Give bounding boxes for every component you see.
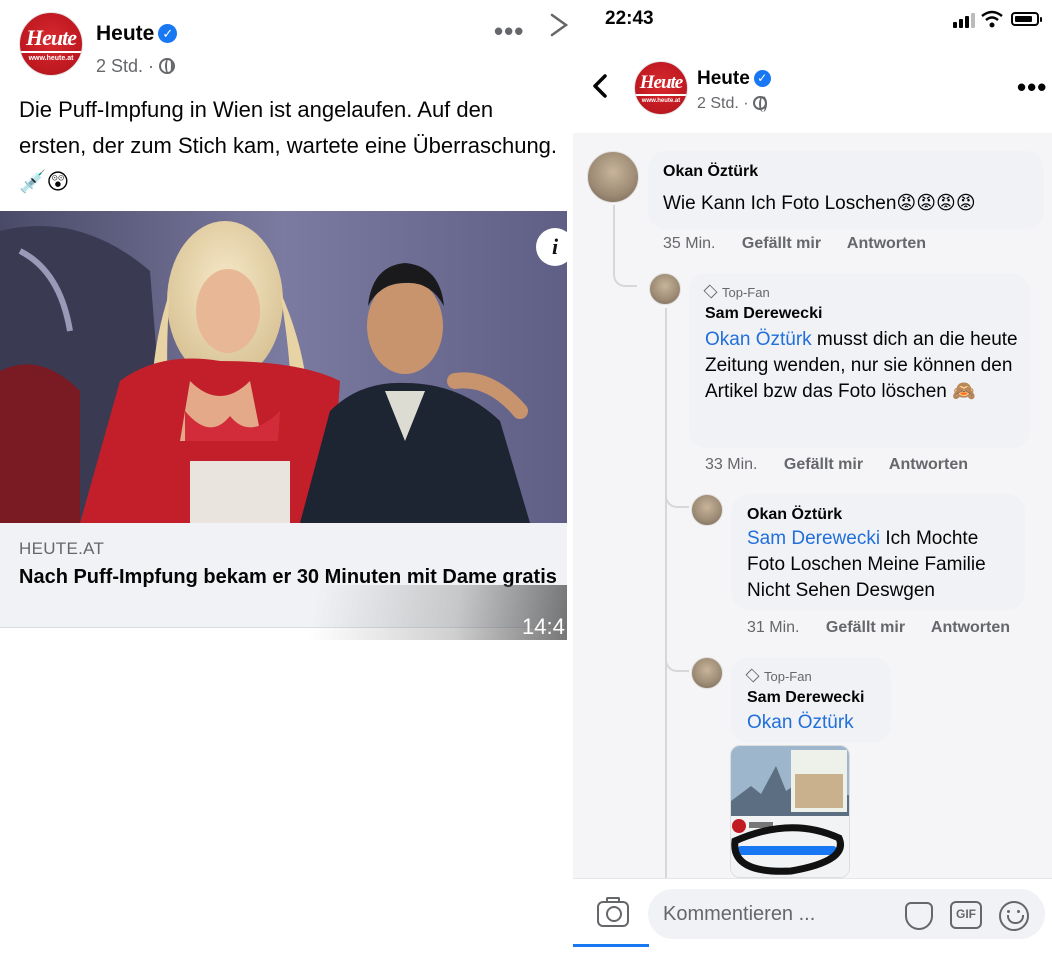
comment-composer: Kommentieren ... GIF <box>573 878 1052 963</box>
comment-time: 33 Min. <box>705 456 758 473</box>
link-domain: HEUTE.AT <box>19 539 105 558</box>
reply-button[interactable]: Antworten <box>847 235 926 252</box>
comment-bubble: Top-Fan Sam Derewecki Okan Öztürk <box>731 657 891 743</box>
close-icon[interactable] <box>548 12 570 46</box>
header-time: 2 Std. <box>697 95 739 112</box>
logo-wordmark: Heute <box>26 24 77 50</box>
emoji-icon[interactable] <box>999 901 1029 931</box>
meta-separator: · <box>743 95 749 112</box>
avatar[interactable] <box>649 273 681 305</box>
comment-text: Sam Derewecki Ich Mochte Foto Loschen Me… <box>747 526 1019 604</box>
comment-time: 35 Min. <box>663 235 716 252</box>
page-name-label: Heute <box>96 22 155 45</box>
more-icon[interactable]: ••• <box>494 16 524 47</box>
top-fan-label: Top-Fan <box>764 669 812 684</box>
top-fan-label: Top-Fan <box>722 285 770 300</box>
post-time[interactable]: 2 Std. <box>96 56 143 76</box>
signal-bar <box>965 16 969 28</box>
photo-illustration <box>0 211 567 523</box>
back-icon[interactable] <box>591 70 609 107</box>
mention-link[interactable]: Okan Öztürk <box>705 329 812 350</box>
verified-icon: ✓ <box>158 24 178 43</box>
status-time: 22:43 <box>605 8 654 29</box>
logo-band <box>635 93 687 96</box>
like-button[interactable]: Gefällt mir <box>826 619 905 636</box>
more-icon[interactable]: ••• <box>1017 72 1047 103</box>
comment-actions: 35 Min. Gefällt mir Antworten <box>663 235 948 253</box>
comment-actions: 33 Min. Gefällt mir Antworten <box>705 456 990 474</box>
verified-icon: ✓ <box>753 70 771 87</box>
header-meta: 2 Std. · <box>697 95 768 113</box>
heute-logo-avatar[interactable]: Heute www.heute.at <box>19 12 83 76</box>
clock-overlay: 14:4 <box>522 614 565 639</box>
page-name[interactable]: Heute ✓ <box>96 22 178 46</box>
battery-icon <box>1011 12 1042 26</box>
attachment-illustration <box>731 746 849 877</box>
top-fan-badge: Top-Fan <box>703 284 770 300</box>
info-icon[interactable]: i <box>536 228 574 266</box>
comment-bubble: Top-Fan Sam Derewecki Okan Öztürk musst … <box>689 273 1030 448</box>
avatar[interactable] <box>587 151 639 203</box>
thread-line <box>665 420 689 508</box>
comment-bubble: Okan Öztürk Wie Kann Ich Foto Loschen😡😡😡… <box>648 151 1044 229</box>
comment-text: Okan Öztürk <box>747 710 854 736</box>
header-page-name[interactable]: Heute ✓ <box>697 68 771 90</box>
comment-author[interactable]: Okan Öztürk <box>747 506 842 524</box>
globe-icon <box>753 96 768 112</box>
post-text: Die Puff-Impfung in Wien ist angelaufen.… <box>19 97 558 194</box>
top-fan-diamond-icon <box>745 668 760 683</box>
comment-author[interactable]: Sam Derewecki <box>705 305 822 323</box>
comment-actions: 31 Min. Gefällt mir Antworten <box>747 619 1032 637</box>
sticker-icon[interactable] <box>905 902 933 930</box>
thread-line <box>665 620 689 672</box>
comment-text: Okan Öztürk musst dich an die heute Zeit… <box>705 327 1023 405</box>
comment-bubble: Okan Öztürk Sam Derewecki Ich Mochte Fot… <box>731 494 1025 610</box>
comment-text: Wie Kann Ich Foto Loschen😡😡😡😡 <box>663 193 976 214</box>
post-meta: 2 Std. · <box>96 56 176 77</box>
like-button[interactable]: Gefällt mir <box>742 235 821 252</box>
comment-author[interactable]: Sam Derewecki <box>747 689 864 707</box>
logo-url: www.heute.at <box>641 97 681 104</box>
post-photo[interactable] <box>0 211 567 523</box>
screenshot-overlay <box>0 585 567 640</box>
signal-bar <box>971 13 975 28</box>
globe-icon <box>159 58 176 74</box>
comment-time: 31 Min. <box>747 619 800 636</box>
top-fan-badge: Top-Fan <box>745 668 812 684</box>
gif-icon[interactable]: GIF <box>950 901 982 929</box>
wifi-icon <box>981 10 1003 28</box>
avatar[interactable] <box>691 494 723 526</box>
comments-screen: 22:43 Heute www.heute.at Heute ✓ 2 Std. ·… <box>573 0 1052 963</box>
status-icons <box>953 10 1043 28</box>
reply-button[interactable]: Antworten <box>931 619 1010 636</box>
feed-post-panel: Heute www.heute.at Heute ✓ 2 Std. · ••• D… <box>0 0 574 963</box>
thread-line <box>665 308 667 878</box>
comment-input[interactable]: Kommentieren ... <box>648 889 1045 939</box>
logo-url: www.heute.at <box>28 54 74 62</box>
avatar[interactable] <box>691 657 723 689</box>
reply-button[interactable]: Antworten <box>889 456 968 473</box>
signal-bar <box>959 19 963 28</box>
top-fan-diamond-icon <box>703 284 718 299</box>
thread-line <box>613 205 637 287</box>
comment-author[interactable]: Okan Öztürk <box>663 163 758 181</box>
like-button[interactable]: Gefällt mir <box>784 456 863 473</box>
comment-attachment-image[interactable] <box>730 745 850 878</box>
mention-link[interactable]: Sam Derewecki <box>747 528 880 549</box>
meta-separator: · <box>148 56 155 76</box>
mention-link[interactable]: Okan Öztürk <box>747 712 854 733</box>
signal-icon <box>953 22 957 28</box>
page-name-label: Heute <box>697 68 750 89</box>
heute-logo-avatar[interactable]: Heute www.heute.at <box>634 61 688 115</box>
logo-wordmark: Heute <box>639 71 683 93</box>
logo-band <box>20 50 82 53</box>
camera-icon[interactable] <box>597 897 629 927</box>
home-indicator <box>573 944 649 947</box>
